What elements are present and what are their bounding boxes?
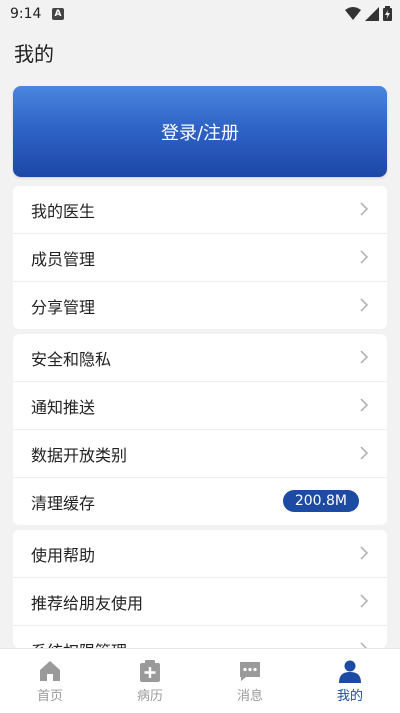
chevron-right-icon <box>360 298 369 312</box>
menu-item-clear-cache[interactable]: 清理缓存 200.8M <box>13 478 387 525</box>
menu-item-label: 分享管理 <box>31 297 96 317</box>
menu-item-help[interactable]: 使用帮助 <box>13 530 387 578</box>
bottom-tab-bar: 首页 病历 消息 我的 <box>0 648 400 713</box>
menu-item-data-open-categories[interactable]: 数据开放类别 <box>13 430 387 478</box>
wifi-icon <box>345 6 361 20</box>
chevron-right-icon <box>360 250 369 264</box>
tab-messages-label: 消息 <box>236 689 263 704</box>
person-icon <box>339 660 361 683</box>
login-register-label: 登录/注册 <box>160 122 240 144</box>
page-title: 我的 <box>14 42 54 66</box>
chevron-right-icon <box>360 546 369 560</box>
chevron-right-icon <box>360 202 369 216</box>
status-icons <box>345 6 392 21</box>
cache-size-badge: 200.8M <box>282 490 359 512</box>
menu-item-label: 成员管理 <box>31 249 96 269</box>
menu-item-label: 推荐给朋友使用 <box>31 593 144 613</box>
menu-item-label: 我的医生 <box>31 201 96 221</box>
chevron-right-icon <box>360 446 369 460</box>
signal-icon <box>365 6 379 21</box>
medical-record-icon <box>140 660 160 682</box>
menu-item-label: 通知推送 <box>31 397 96 417</box>
tab-home-label: 首页 <box>36 689 63 704</box>
message-icon <box>240 662 260 681</box>
chevron-right-icon <box>360 350 369 364</box>
menu-item-notifications[interactable]: 通知推送 <box>13 382 387 430</box>
menu-item-member-management[interactable]: 成员管理 <box>13 234 387 282</box>
menu-item-label: 清理缓存 <box>31 493 96 513</box>
status-bar: 9:14 A <box>0 0 400 28</box>
status-time: 9:14 <box>10 6 42 22</box>
home-icon <box>40 661 60 681</box>
chevron-right-icon <box>360 594 369 608</box>
menu-item-system-permissions[interactable]: 系统权限管理 <box>13 626 387 648</box>
chevron-right-icon <box>360 642 368 648</box>
tab-home[interactable]: 首页 <box>0 649 100 713</box>
menu-item-recommend-friends[interactable]: 推荐给朋友使用 <box>13 578 387 626</box>
menu-item-my-doctor[interactable]: 我的医生 <box>13 186 387 234</box>
tab-mine-label: 我的 <box>336 689 363 704</box>
menu-item-label: 系统权限管理 <box>31 638 127 649</box>
chevron-right-icon <box>360 398 369 412</box>
menu-item-label: 使用帮助 <box>31 545 96 565</box>
menu-item-label: 数据开放类别 <box>31 445 128 465</box>
menu-item-label: 安全和隐私 <box>31 349 112 369</box>
menu-group-account: 我的医生 成员管理 分享管理 <box>13 186 387 329</box>
menu-item-share-management[interactable]: 分享管理 <box>13 282 387 329</box>
notification-icon: A <box>52 8 64 20</box>
battery-icon <box>383 6 392 21</box>
tab-messages[interactable]: 消息 <box>200 649 300 713</box>
tab-medical-record[interactable]: 病历 <box>100 649 200 713</box>
menu-group-help: 使用帮助 推荐给朋友使用 系统权限管理 <box>13 530 387 648</box>
tab-mine[interactable]: 我的 <box>300 649 400 713</box>
login-register-button[interactable]: 登录/注册 <box>13 86 387 177</box>
menu-item-security-privacy[interactable]: 安全和隐私 <box>13 334 387 382</box>
tab-medical-record-label: 病历 <box>136 689 163 704</box>
menu-group-settings: 安全和隐私 通知推送 数据开放类别 清理缓存 200.8M <box>13 334 387 525</box>
